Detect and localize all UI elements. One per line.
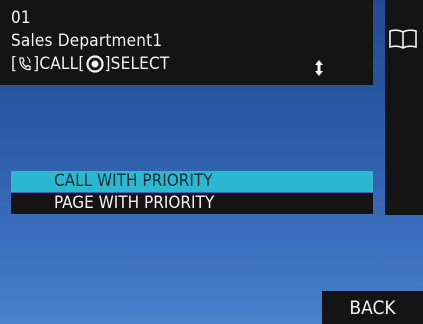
call-hint-label: CALL <box>39 54 79 74</box>
contact-number: 01 <box>11 8 31 28</box>
menu-item-label: CALL WITH PRIORITY <box>54 171 213 191</box>
select-hint-label: SELECT <box>110 54 170 74</box>
hint-open-bracket: [ <box>78 54 85 74</box>
select-knob-icon <box>85 55 104 73</box>
back-button[interactable]: BACK <box>322 291 423 324</box>
handset-icon <box>19 56 31 71</box>
side-panel <box>385 0 423 215</box>
contact-name: Sales Department1 <box>11 31 163 51</box>
header-panel: 01 Sales Department1 [ ] CALL [ ] SELECT <box>0 0 373 85</box>
phonebook-icon[interactable] <box>388 28 418 50</box>
hint-open-bracket: [ <box>11 54 18 74</box>
key-hint: [ ] CALL [ ] SELECT <box>11 54 169 74</box>
scroll-up-down-icon <box>315 60 323 76</box>
menu-item-call-with-priority[interactable]: CALL WITH PRIORITY <box>11 171 373 192</box>
menu-item-page-with-priority[interactable]: PAGE WITH PRIORITY <box>11 193 373 214</box>
menu-item-label: PAGE WITH PRIORITY <box>54 193 215 213</box>
